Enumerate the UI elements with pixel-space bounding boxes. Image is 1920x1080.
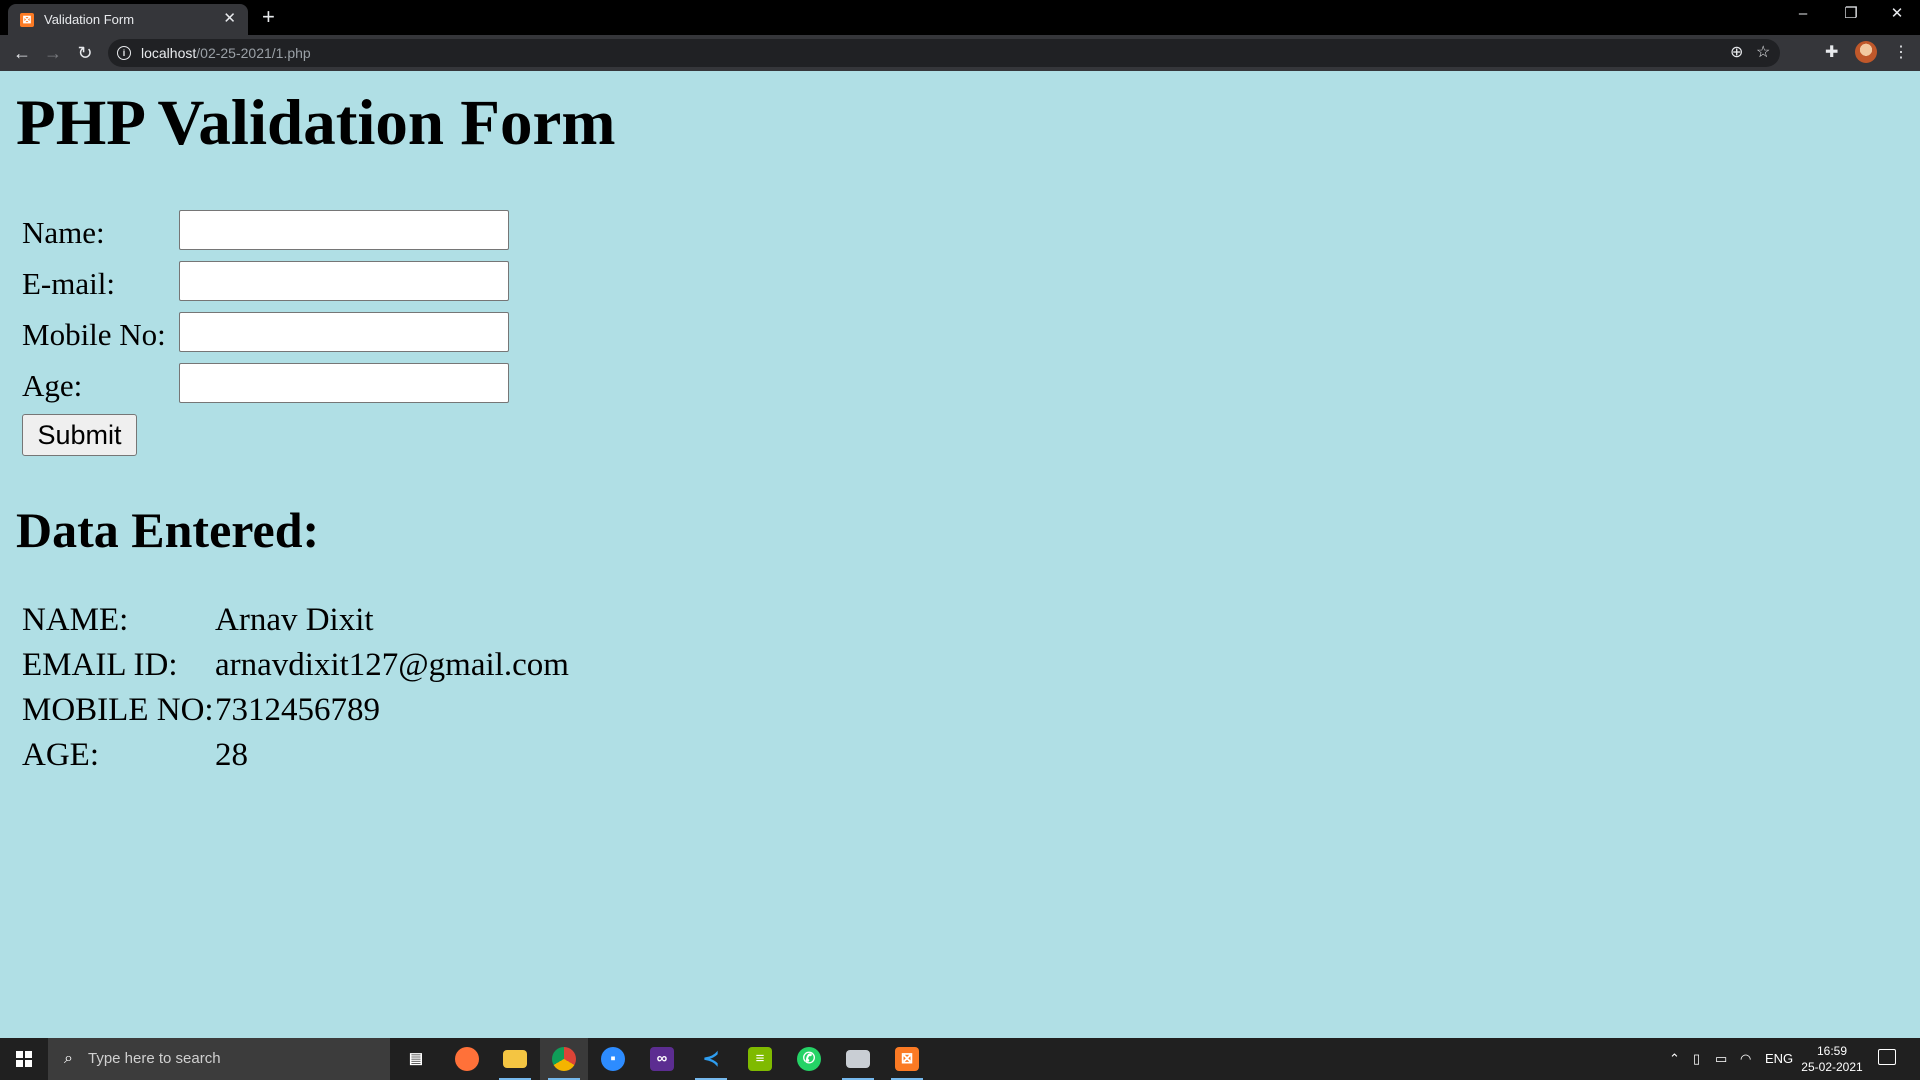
new-tab-icon[interactable]: + [262, 6, 275, 28]
taskbar-search-box[interactable]: ⌕ Type here to search [48, 1038, 390, 1080]
reload-icon[interactable]: ↻ [73, 41, 97, 65]
extensions-puzzle-icon[interactable]: ✚ [1825, 43, 1838, 63]
mobile-label: Mobile No: [22, 317, 166, 352]
profile-avatar[interactable] [1855, 41, 1877, 63]
url-path: /02-25-2021/1.php [196, 45, 311, 61]
data-entered-heading: Data Entered: [16, 502, 320, 558]
page-title: PHP Validation Form [16, 87, 616, 159]
notepad-taskbar-button[interactable]: ≡ [736, 1038, 784, 1080]
page-content: PHP Validation Form Name: E-mail: Mobile… [0, 71, 1920, 1038]
zoom-taskbar-button[interactable]: ▪ [589, 1038, 637, 1080]
email-input[interactable] [179, 261, 509, 301]
age-input[interactable] [179, 363, 509, 403]
xampp-taskbar-button[interactable]: ⊠ [883, 1038, 931, 1080]
mobile-input[interactable] [179, 312, 509, 352]
forward-arrow-icon[interactable]: → [41, 41, 65, 65]
result-value-name: Arnav Dixit [215, 602, 374, 638]
clock[interactable]: 16:59 25-02-2021 [1797, 1043, 1867, 1075]
zoom-camera-icon: ▪ [601, 1047, 625, 1071]
vscode-taskbar-button[interactable]: ≺ [687, 1038, 735, 1080]
result-key-mobile: MOBILE NO: [22, 692, 214, 728]
result-value-email: arnavdixit127@gmail.com [215, 647, 569, 683]
restore-window-icon[interactable]: ❐ [1828, 4, 1874, 24]
start-button[interactable] [0, 1038, 48, 1080]
close-window-icon[interactable]: ✕ [1874, 4, 1920, 24]
clock-date: 25-02-2021 [1801, 1060, 1863, 1074]
bookmark-star-icon[interactable]: ☆ [1756, 43, 1770, 63]
address-bar[interactable]: i localhost/02-25-2021/1.php ⊕ ☆ [108, 39, 1780, 67]
wifi-icon[interactable]: ◠ [1740, 1050, 1751, 1068]
task-view-button[interactable]: ▤ [392, 1038, 440, 1080]
notepad-icon: ≡ [748, 1047, 772, 1071]
email-label: E-mail: [22, 266, 115, 301]
name-input[interactable] [179, 210, 509, 250]
clock-time: 16:59 [1816, 1044, 1848, 1058]
info-icon[interactable]: i [117, 46, 131, 60]
result-value-age: 28 [215, 737, 248, 773]
xampp-icon: ⊠ [895, 1047, 919, 1071]
browser-tab[interactable]: ⊠ Validation Form ✕ [8, 4, 248, 35]
name-label: Name: [22, 215, 105, 250]
result-key-email: EMAIL ID: [22, 647, 178, 683]
chrome-icon [552, 1047, 576, 1071]
result-key-age: AGE: [22, 737, 99, 773]
result-key-name: NAME: [22, 602, 129, 638]
browser-toolbar: ← → ↻ i localhost/02-25-2021/1.php ⊕ ☆ ✚… [0, 35, 1920, 71]
url-text[interactable]: localhost/02-25-2021/1.php [141, 45, 311, 61]
zoom-icon[interactable]: ⊕ [1730, 43, 1743, 63]
tab-title: Validation Form [44, 12, 135, 27]
close-tab-icon[interactable]: ✕ [223, 11, 236, 26]
firefox-icon [455, 1047, 479, 1071]
language-indicator[interactable]: ENG [1765, 1050, 1793, 1068]
submit-button[interactable]: Submit [22, 414, 137, 456]
file-explorer-taskbar-button[interactable] [491, 1038, 539, 1080]
chrome-taskbar-button[interactable] [540, 1038, 588, 1080]
xampp-favicon-icon: ⊠ [20, 13, 34, 27]
vscode-icon: ≺ [702, 1048, 720, 1070]
firefox-taskbar-button[interactable] [443, 1038, 491, 1080]
battery-icon[interactable]: ▭ [1715, 1050, 1727, 1068]
mail-icon [846, 1050, 870, 1068]
visual-studio-icon: ∞ [650, 1047, 674, 1071]
age-label: Age: [22, 368, 83, 403]
url-host: localhost [141, 45, 197, 61]
whatsapp-icon: ✆ [797, 1047, 821, 1071]
whatsapp-taskbar-button[interactable]: ✆ [785, 1038, 833, 1080]
search-icon: ⌕ [64, 1050, 73, 1067]
back-arrow-icon[interactable]: ← [10, 41, 34, 65]
tablet-icon[interactable]: ▯ [1693, 1050, 1700, 1068]
result-value-mobile: 7312456789 [215, 692, 380, 728]
windows-logo-icon [16, 1051, 32, 1067]
windows-taskbar: ⌕ Type here to search ▤ ▪ ∞ ≺ ≡ ✆ ⊠ ⌃ ▯ … [0, 1038, 1920, 1080]
notifications-icon[interactable] [1878, 1049, 1896, 1065]
show-hidden-icons-chevron-icon[interactable]: ⌃ [1669, 1050, 1680, 1068]
minimize-window-icon[interactable]: – [1780, 4, 1826, 24]
browser-tab-strip: ⊠ Validation Form ✕ + – ❐ ✕ [0, 0, 1920, 35]
task-view-icon: ▤ [408, 1050, 424, 1067]
mail-taskbar-button[interactable] [834, 1038, 882, 1080]
visual-studio-taskbar-button[interactable]: ∞ [638, 1038, 686, 1080]
folder-icon [503, 1050, 527, 1068]
search-placeholder: Type here to search [88, 1050, 221, 1067]
menu-kebab-icon[interactable]: ⋮ [1893, 43, 1909, 63]
